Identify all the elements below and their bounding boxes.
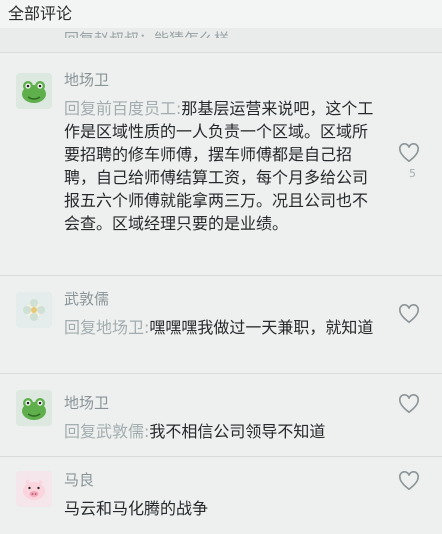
comment-body: 马云和马化腾的战争 <box>64 497 374 520</box>
comment-text: 那基层运营来说吧，这个工作是区域性质的一人负责一个区域。区域所要招聘的修车师傅，… <box>64 99 374 233</box>
reply-prefix[interactable]: 回复地场卫: <box>64 318 149 337</box>
reply-prefix[interactable]: 回复武敦儒: <box>64 422 149 441</box>
frog-avatar-icon[interactable] <box>16 73 52 109</box>
frog-avatar-icon[interactable] <box>16 390 52 426</box>
pig-avatar-icon[interactable] <box>16 471 52 507</box>
commenter-name[interactable]: 地场卫 <box>64 69 109 90</box>
heart-outline-icon[interactable] <box>398 304 420 324</box>
heart-outline-icon[interactable] <box>398 394 420 414</box>
comments-header: 全部评论 <box>0 0 442 28</box>
comment-body: 回复前百度员工:那基层运营来说吧，这个工作是区域性质的一人负责一个区域。区域所要… <box>64 97 374 235</box>
commenter-name[interactable]: 马良 <box>64 469 94 490</box>
comment-text: 我不相信公司领导不知道 <box>149 422 326 441</box>
reply-prefix[interactable]: 回复前百度员工: <box>64 99 181 118</box>
like-count: 5 <box>409 167 416 180</box>
partial-reply-text: 回复赵叔叔：能猜怎么样 <box>64 28 229 38</box>
flower-avatar-icon[interactable] <box>16 292 52 328</box>
comment-item: 地场卫 回复武敦儒:我不相信公司领导不知道 <box>0 374 442 456</box>
commenter-name[interactable]: 地场卫 <box>64 392 109 413</box>
comment-item: 地场卫 回复前百度员工:那基层运营来说吧，这个工作是区域性质的一人负责一个区域。… <box>0 53 442 275</box>
comment-item: 武敦儒 回复地场卫:嘿嘿嘿我做过一天兼职，就知道 <box>0 276 442 373</box>
heart-outline-icon[interactable] <box>398 143 420 163</box>
comment-text: 马云和马化腾的战争 <box>64 499 209 518</box>
comment-item: 马良 马云和马化腾的战争 <box>0 457 442 534</box>
comment-body: 回复武敦儒:我不相信公司领导不知道 <box>64 420 374 443</box>
comment-body: 回复地场卫:嘿嘿嘿我做过一天兼职，就知道 <box>64 316 374 339</box>
page-title: 全部评论 <box>8 4 73 23</box>
comment-text: 嘿嘿嘿我做过一天兼职，就知道 <box>149 318 374 337</box>
heart-outline-icon[interactable] <box>398 471 420 491</box>
commenter-name[interactable]: 武敦儒 <box>64 288 109 309</box>
